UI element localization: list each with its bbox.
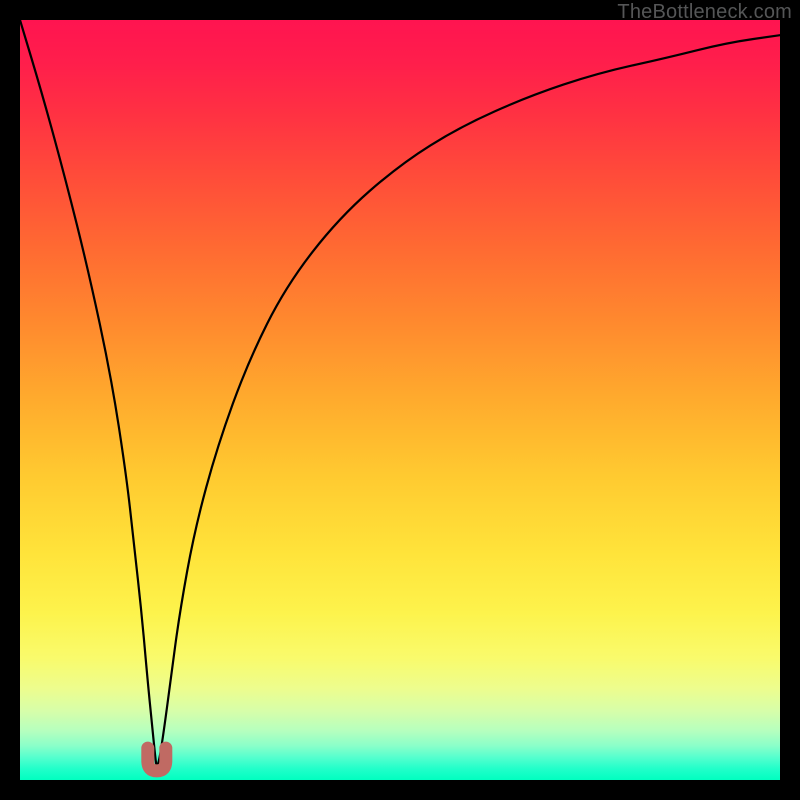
bottleneck-curve bbox=[20, 20, 780, 766]
chart-frame: TheBottleneck.com bbox=[0, 0, 800, 800]
plot-area bbox=[20, 20, 780, 780]
curve-layer bbox=[20, 20, 780, 780]
minimum-marker bbox=[148, 748, 166, 771]
